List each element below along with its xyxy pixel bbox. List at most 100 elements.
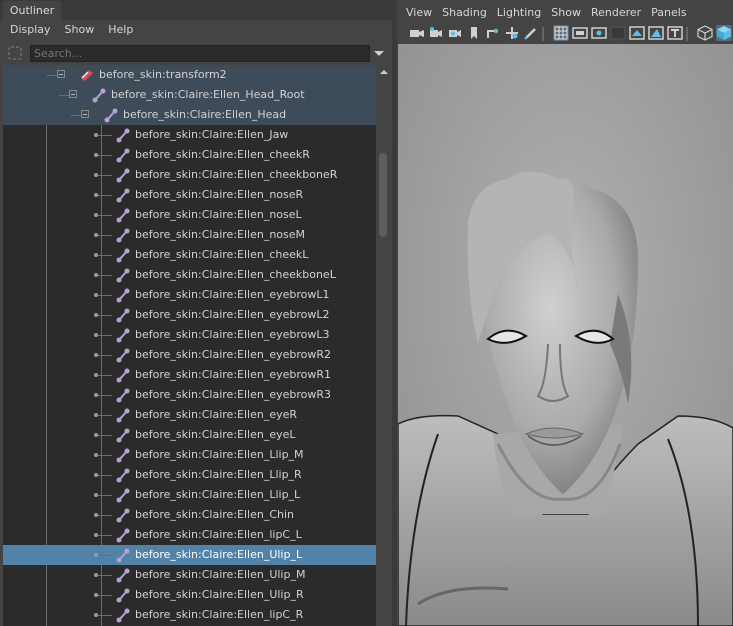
search-input[interactable] bbox=[30, 45, 370, 62]
search-row bbox=[0, 43, 392, 65]
outliner-joint-row[interactable]: before_skin:Claire:Ellen_cheekL bbox=[3, 245, 376, 265]
field-chart-icon[interactable] bbox=[629, 25, 645, 41]
tree-connector bbox=[98, 195, 112, 196]
tree-scrollbar[interactable] bbox=[376, 65, 392, 626]
grease-pencil-icon[interactable] bbox=[504, 25, 520, 41]
collapse-toggle-icon[interactable] bbox=[57, 70, 65, 78]
outliner-joint-row[interactable]: before_skin:Claire:Ellen_cheekR bbox=[3, 145, 376, 165]
move-tool-icon[interactable] bbox=[485, 25, 501, 41]
outliner-joint-row[interactable]: before_skin:Claire:Ellen_eyebrowR1 bbox=[3, 365, 376, 385]
row-label: before_skin:Claire:Ellen_noseL bbox=[135, 208, 302, 221]
outliner-joint-row[interactable]: before_skin:Claire:Ellen_Ulip_L bbox=[3, 545, 376, 565]
tree-connector bbox=[98, 395, 112, 396]
viewport-panel: View Shading Lighting Show Renderer Pane… bbox=[397, 0, 733, 626]
outliner-group-row[interactable]: before_skin:transform2 bbox=[3, 65, 376, 85]
outliner-joint-row[interactable]: before_skin:Claire:Ellen_eyebrowL1 bbox=[3, 285, 376, 305]
menu-show[interactable]: Show bbox=[542, 3, 581, 25]
row-label: before_skin:Claire:Ellen_Llip_R bbox=[135, 468, 302, 481]
row-label: before_skin:Claire:Ellen_cheekR bbox=[135, 148, 310, 161]
row-label: before_skin:Claire:Ellen_Head_Root bbox=[111, 88, 305, 101]
joint-icon bbox=[115, 127, 131, 143]
outliner-joint-row[interactable]: before_skin:Claire:Ellen_eyebrowL3 bbox=[3, 325, 376, 345]
row-label: before_skin:Claire:Ellen_eyebrowL1 bbox=[135, 288, 330, 301]
resolution-gate-icon[interactable] bbox=[591, 25, 607, 41]
scroll-thumb[interactable] bbox=[379, 153, 387, 237]
joint-icon bbox=[115, 387, 131, 403]
menu-renderer[interactable]: Renderer bbox=[582, 3, 641, 25]
outliner-joint-row[interactable]: before_skin:Claire:Ellen_Llip_R bbox=[3, 465, 376, 485]
tree-connector bbox=[98, 575, 112, 576]
filter-icon[interactable] bbox=[7, 45, 23, 61]
outliner-tree: before_skin:transform2 before_skin:Claire… bbox=[3, 65, 376, 626]
image-plane-icon[interactable] bbox=[466, 25, 482, 41]
3d-viewport[interactable] bbox=[398, 44, 733, 626]
row-label: before_skin:Claire:Ellen_Head bbox=[123, 108, 287, 121]
outliner-joint-row[interactable]: before_skin:Claire:Ellen_lipC_L bbox=[3, 525, 376, 545]
outliner-joint-row[interactable]: before_skin:Claire:Ellen_eyebrowR2 bbox=[3, 345, 376, 365]
camera-attributes-icon[interactable] bbox=[428, 25, 444, 41]
tree-connector bbox=[98, 215, 112, 216]
row-label: before_skin:Claire:Ellen_eyebrowL3 bbox=[135, 328, 330, 341]
outliner-panel: Outliner Display Show Help before_skin:t… bbox=[0, 0, 392, 626]
bookmark-icon[interactable] bbox=[447, 25, 463, 41]
camera-select-icon[interactable] bbox=[409, 25, 425, 41]
outliner-joint-row[interactable]: before_skin:Claire:Ellen_eyeL bbox=[3, 425, 376, 445]
scroll-up-icon[interactable] bbox=[379, 66, 389, 74]
joint-icon bbox=[115, 487, 131, 503]
menu-shading[interactable]: Shading bbox=[433, 3, 487, 25]
tree-connector bbox=[98, 315, 112, 316]
pencil-icon[interactable] bbox=[523, 25, 539, 41]
outliner-joint-row[interactable]: before_skin:Claire:Ellen_Chin bbox=[3, 505, 376, 525]
outliner-joint-row[interactable]: before_skin:Claire:Ellen_Ulip_R bbox=[3, 585, 376, 605]
outliner-joint-row[interactable]: before_skin:Claire:Ellen_eyeR bbox=[3, 405, 376, 425]
outliner-group-row[interactable]: before_skin:Claire:Ellen_Head_Root bbox=[3, 85, 376, 105]
joint-icon bbox=[115, 147, 131, 163]
outliner-joint-row[interactable]: before_skin:Claire:Ellen_noseR bbox=[3, 185, 376, 205]
menu-lighting[interactable]: Lighting bbox=[488, 3, 541, 25]
menu-view[interactable]: View bbox=[397, 3, 432, 25]
outliner-joint-row[interactable]: before_skin:Claire:Ellen_Llip_M bbox=[3, 445, 376, 465]
gate-mask-icon[interactable] bbox=[610, 25, 626, 41]
outliner-joint-row[interactable]: before_skin:Claire:Ellen_eyebrowL2 bbox=[3, 305, 376, 325]
collapse-toggle-icon[interactable] bbox=[69, 90, 77, 98]
outliner-group-row[interactable]: before_skin:Claire:Ellen_Head bbox=[3, 105, 376, 125]
outliner-joint-row[interactable]: before_skin:Claire:Ellen_cheekboneR bbox=[3, 165, 376, 185]
row-label: before_skin:Claire:Ellen_Jaw bbox=[135, 128, 289, 141]
row-label: before_skin:Claire:Ellen_cheekboneL bbox=[135, 268, 336, 281]
outliner-joint-row[interactable]: before_skin:Claire:Ellen_Ulip_M bbox=[3, 565, 376, 585]
grid-icon[interactable] bbox=[553, 25, 569, 41]
outliner-joint-row[interactable]: before_skin:Claire:Ellen_Jaw bbox=[3, 125, 376, 145]
row-label: before_skin:Claire:Ellen_lipC_R bbox=[135, 608, 304, 621]
menu-help[interactable]: Help bbox=[101, 20, 140, 41]
outliner-joint-row[interactable]: before_skin:Claire:Ellen_eyebrowR3 bbox=[3, 385, 376, 405]
joint-icon bbox=[115, 287, 131, 303]
tree-connector bbox=[98, 455, 112, 456]
film-gate-icon[interactable] bbox=[572, 25, 588, 41]
tree-connector bbox=[98, 355, 112, 356]
row-label: before_skin:Claire:Ellen_Ulip_R bbox=[135, 588, 304, 601]
tree-connector bbox=[98, 555, 112, 556]
search-dropdown-icon[interactable] bbox=[370, 45, 388, 62]
outliner-joint-row[interactable]: before_skin:Claire:Ellen_lipC_R bbox=[3, 605, 376, 625]
menu-panels[interactable]: Panels bbox=[642, 3, 686, 25]
outliner-menu-bar: Display Show Help bbox=[0, 20, 392, 41]
menu-display[interactable]: Display bbox=[0, 20, 58, 41]
safe-action-icon[interactable] bbox=[648, 25, 664, 41]
outliner-joint-row[interactable]: before_skin:Claire:Ellen_Llip_L bbox=[3, 485, 376, 505]
collapse-toggle-icon[interactable] bbox=[81, 110, 89, 118]
tree-connector bbox=[98, 255, 112, 256]
row-label: before_skin:Claire:Ellen_eyebrowR3 bbox=[135, 388, 332, 401]
safe-title-icon[interactable] bbox=[667, 25, 683, 41]
joint-icon bbox=[115, 587, 131, 603]
joint-icon bbox=[115, 307, 131, 323]
outliner-joint-row[interactable]: before_skin:Claire:Ellen_noseM bbox=[3, 225, 376, 245]
menu-show[interactable]: Show bbox=[58, 20, 102, 41]
wireframe-icon[interactable] bbox=[697, 25, 713, 41]
tree-connector bbox=[98, 295, 112, 296]
smooth-shade-icon[interactable] bbox=[716, 25, 732, 41]
outliner-joint-row[interactable]: before_skin:Claire:Ellen_cheekboneL bbox=[3, 265, 376, 285]
outliner-joint-row[interactable]: before_skin:Claire:Ellen_noseL bbox=[3, 205, 376, 225]
tree-connector bbox=[98, 135, 112, 136]
outliner-tab[interactable]: Outliner bbox=[3, 1, 61, 20]
tree-connector bbox=[98, 595, 112, 596]
